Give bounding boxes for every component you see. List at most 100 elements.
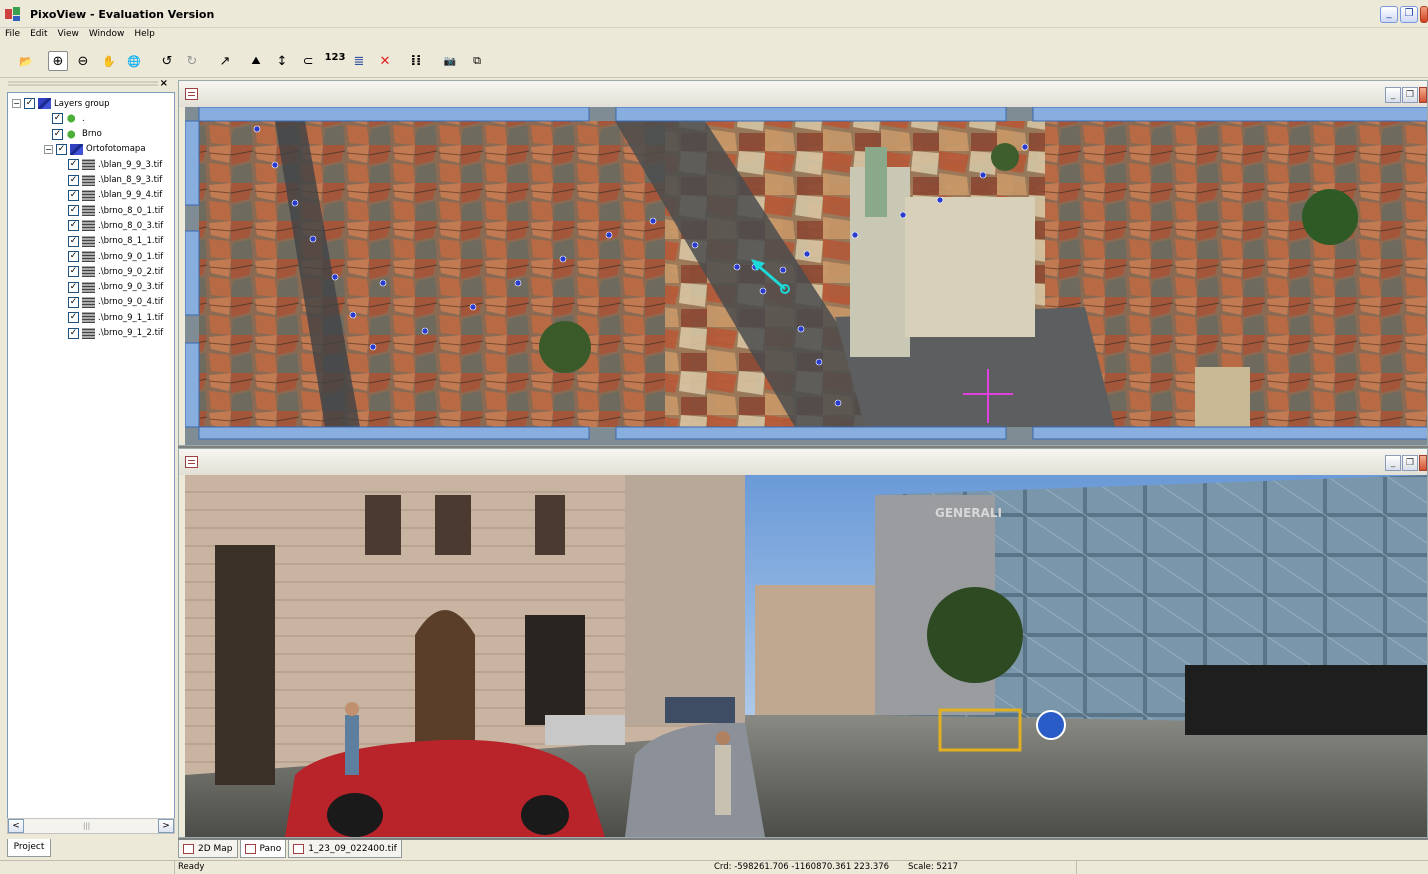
zoom-out-icon: ⊖ <box>77 53 89 69</box>
layer-label: .\brno_8_1_1.tif <box>98 236 164 247</box>
tab-pano[interactable]: Pano <box>239 840 287 858</box>
zoom-in-icon: ⊕ <box>52 53 64 69</box>
layer-checkbox[interactable]: ✓ <box>56 143 67 155</box>
collapse-icon[interactable]: − <box>44 144 53 154</box>
window-tabs: 2D Map Pano 1_23_09_022400.tif <box>176 840 1428 858</box>
tab-project[interactable]: Project <box>7 839 51 857</box>
globe-button[interactable]: 🌐 <box>124 51 144 71</box>
delete-button[interactable]: ✕ <box>375 51 395 71</box>
layers-list-button[interactable]: ≣ <box>349 51 369 71</box>
layer-tree-item[interactable]: ✓ .\brno_9_1_2.tif <box>68 326 163 341</box>
layer-tree-item[interactable]: ✓ .\brno_9_0_4.tif <box>68 295 163 310</box>
raster-layer-icon <box>82 235 95 247</box>
pano-maximize-button[interactable]: ❐ <box>1402 455 1418 471</box>
dock-grip[interactable] <box>8 80 158 88</box>
menu-help[interactable]: Help <box>129 28 160 44</box>
toolbar: 📂 ⊕ ⊖ ✋ 🌐 ↺ ↻ ↗ ⛰ ↕ ⊂ 123 ≣ ✕ ⁞⁞ 📷 ⧉ <box>0 44 1428 78</box>
raster-layer-icon <box>82 281 95 293</box>
panorama-view[interactable]: GENERALI <box>185 475 1427 837</box>
menu-file[interactable]: File <box>0 28 25 44</box>
layer-group-icon <box>38 98 51 109</box>
layer-tree-item[interactable]: ✓. <box>52 111 85 126</box>
numbering-button[interactable]: 123 <box>324 51 346 71</box>
layer-checkbox[interactable]: ✓ <box>68 205 79 217</box>
scroll-right-button[interactable]: > <box>158 819 174 833</box>
document-icon <box>244 843 256 854</box>
layer-tree-item[interactable]: − ✓ Layers group <box>12 96 110 111</box>
status-scale: Scale: 5217 <box>908 862 959 872</box>
orthophoto-view[interactable] <box>185 107 1427 445</box>
measure-height-button[interactable]: ↕ <box>272 51 292 71</box>
layer-checkbox[interactable]: ✓ <box>52 113 63 125</box>
panorama-canvas[interactable]: GENERALI <box>185 475 1427 837</box>
map-2d-window: _ ❐ <box>178 80 1428 446</box>
tab-image-file[interactable]: 1_23_09_022400.tif <box>288 840 402 858</box>
layer-checkbox[interactable]: ✓ <box>68 189 79 201</box>
layer-tree-item[interactable]: ✓ .\brno_9_1_1.tif <box>68 310 163 325</box>
layer-label: .\blan_9_9_3.tif <box>98 159 163 170</box>
layer-checkbox[interactable]: ✓ <box>68 266 79 278</box>
rotate-left-button[interactable]: ↺ <box>157 51 177 71</box>
copy-button[interactable]: ⧉ <box>467 51 487 71</box>
tree-horizontal-scrollbar[interactable]: < ||| > <box>7 818 175 834</box>
layer-checkbox[interactable]: ✓ <box>68 174 79 186</box>
menu-window[interactable]: Window <box>84 28 130 44</box>
rotate-right-button[interactable]: ↻ <box>182 51 202 71</box>
map-maximize-button[interactable]: ❐ <box>1402 87 1418 103</box>
layer-checkbox[interactable]: ✓ <box>52 128 63 140</box>
layer-checkbox[interactable]: ✓ <box>68 296 79 308</box>
raster-layer-icon <box>82 296 95 308</box>
menu-view[interactable]: View <box>53 28 84 44</box>
panel-close-icon[interactable]: × <box>160 78 168 89</box>
measure-area-button[interactable]: ⛰ <box>246 51 266 71</box>
pano-close-button[interactable] <box>1419 455 1427 471</box>
layer-checkbox[interactable]: ✓ <box>68 327 79 339</box>
points-grid-button[interactable]: ⁞⁞ <box>406 51 426 71</box>
pano-minimize-button[interactable]: _ <box>1385 455 1401 471</box>
layer-tree-item[interactable]: ✓ .\blan_9_9_3.tif <box>68 157 162 172</box>
measure-distance-button[interactable]: ⊂ <box>298 51 318 71</box>
layer-tree-item[interactable]: ✓ .\blan_8_9_3.tif <box>68 173 162 188</box>
layer-tree-item[interactable]: ✓ .\brno_9_0_2.tif <box>68 264 163 279</box>
menu-edit[interactable]: Edit <box>25 28 52 44</box>
layer-tree-item[interactable]: ✓ .\brno_9_0_3.tif <box>68 280 163 295</box>
points-grid-icon: ⁞⁞ <box>410 53 422 69</box>
camera-button[interactable]: 📷 <box>440 51 460 71</box>
minimize-button[interactable]: _ <box>1380 6 1398 23</box>
tab-2d-map[interactable]: 2D Map <box>178 840 238 858</box>
layer-label: .\blan_8_9_3.tif <box>98 175 163 185</box>
layer-tree-item[interactable]: ✓ .\brno_9_0_1.tif <box>68 249 163 264</box>
map-minimize-button[interactable]: _ <box>1385 87 1401 103</box>
layer-checkbox[interactable]: ✓ <box>24 98 35 109</box>
camera-icon: 📷 <box>443 55 457 67</box>
layer-tree-item[interactable]: ✓ .\brno_8_0_3.tif <box>68 218 163 233</box>
layer-checkbox[interactable]: ✓ <box>68 281 79 293</box>
layer-checkbox[interactable]: ✓ <box>68 235 79 247</box>
layer-checkbox[interactable]: ✓ <box>68 312 79 324</box>
scroll-left-button[interactable]: < <box>8 819 24 833</box>
layer-tree-item[interactable]: ✓ Brno <box>52 127 102 142</box>
layer-tree[interactable]: − ✓ Layers group ✓. ✓ Brno − ✓ Ortofotomapa ✓ .\bl… <box>7 92 175 822</box>
layer-tree-item[interactable]: ✓ .\brno_8_1_1.tif <box>68 234 163 249</box>
close-button[interactable] <box>1420 6 1428 23</box>
layer-tree-item[interactable]: ✓ .\brno_8_0_1.tif <box>68 203 163 218</box>
layer-tree-item[interactable]: ✓ .\blan_9_9_4.tif <box>68 188 162 203</box>
open-button[interactable]: 📂 <box>16 51 36 71</box>
orthophoto-canvas[interactable] <box>185 107 1427 445</box>
tab-label: Pano <box>259 843 282 854</box>
pan-button[interactable]: ✋ <box>99 51 119 71</box>
zoom-out-button[interactable]: ⊖ <box>73 51 93 71</box>
layer-checkbox[interactable]: ✓ <box>68 159 79 171</box>
maximize-button[interactable]: ❐ <box>1400 6 1418 23</box>
arrow-button[interactable]: ↗ <box>215 51 235 71</box>
layer-label: .\brno_9_0_1.tif <box>98 251 164 262</box>
scroll-thumb-grip[interactable]: ||| <box>83 822 90 830</box>
zoom-in-button[interactable]: ⊕ <box>48 51 68 71</box>
map-close-button[interactable] <box>1419 87 1427 103</box>
layer-label: .\brno_9_0_3.tif <box>98 282 164 293</box>
layer-tree-item[interactable]: − ✓ Ortofotomapa <box>44 142 146 157</box>
layer-label: . <box>82 113 85 124</box>
collapse-icon[interactable]: − <box>12 99 21 108</box>
layer-checkbox[interactable]: ✓ <box>68 251 79 262</box>
layer-checkbox[interactable]: ✓ <box>68 220 79 232</box>
